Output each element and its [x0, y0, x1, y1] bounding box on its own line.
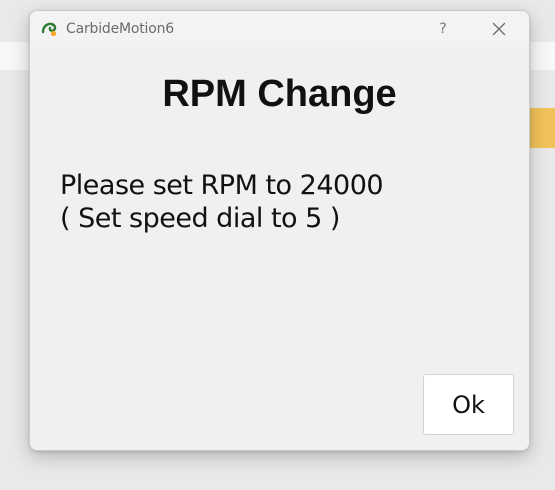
rpm-change-dialog: CarbideMotion6 ? RPM Change Please set R…: [29, 10, 530, 451]
dialog-message: Please set RPM to 24000 ( Set speed dial…: [60, 169, 384, 235]
dialog-titlebar: CarbideMotion6 ?: [30, 11, 529, 47]
carbide-dragon-icon: [40, 20, 58, 38]
ok-button[interactable]: Ok: [423, 374, 514, 435]
background-accent-bar: [529, 108, 555, 148]
message-rpm-line: Please set RPM to 24000: [60, 170, 384, 201]
dialog-heading: RPM Change: [162, 73, 397, 115]
help-button[interactable]: ?: [430, 17, 456, 41]
window-title: CarbideMotion6: [66, 21, 174, 37]
close-icon: [492, 22, 506, 36]
message-dial-line: ( Set speed dial to 5 ): [60, 203, 340, 234]
close-button[interactable]: [486, 17, 512, 41]
